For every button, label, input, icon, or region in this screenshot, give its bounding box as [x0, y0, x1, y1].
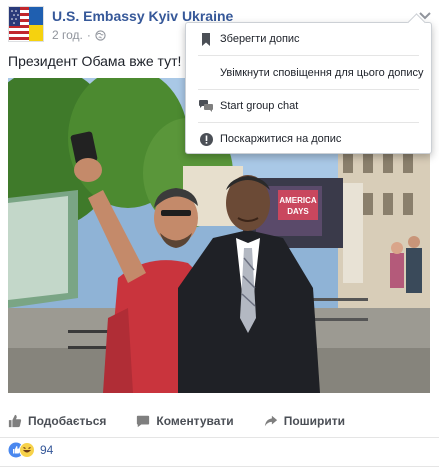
us-flag-icon — [9, 7, 29, 41]
comment-button[interactable]: Коментувати — [136, 414, 234, 428]
facebook-post: U.S. Embassy Kyiv Ukraine 2 год. · Прези… — [0, 0, 439, 473]
comment-label: Коментувати — [156, 414, 234, 428]
post-options-menu: Зберегти допис Увімкнути сповіщення для … — [185, 22, 432, 154]
report-post-menu-item[interactable]: Поскаржитися на допис — [186, 124, 431, 154]
post-timestamp[interactable]: 2 год. — [52, 28, 83, 42]
meta-separator: · — [86, 28, 91, 42]
banner-text-line2: DAYS — [287, 207, 309, 216]
menu-item-label: Зберегти допис — [220, 33, 300, 45]
bookmark-icon — [198, 31, 214, 47]
action-bar: Подобається Коментувати Поширити — [8, 406, 433, 436]
reaction-icons — [8, 442, 35, 458]
save-post-menu-item[interactable]: Зберегти допис — [186, 24, 431, 54]
reaction-count: 94 — [40, 443, 54, 457]
menu-separator — [198, 122, 419, 123]
turn-on-notifications-menu-item[interactable]: Увімкнути сповіщення для цього допису — [186, 58, 431, 88]
post-meta: 2 год. · — [52, 28, 106, 42]
banner-text-line1: AMERICA — [279, 196, 317, 205]
menu-icon-placeholder — [198, 65, 214, 81]
chat-icon — [198, 98, 214, 114]
ukraine-flag-icon — [29, 7, 43, 41]
reactions-summary[interactable]: 94 — [8, 442, 53, 458]
menu-item-label: Поскаржитися на допис — [220, 133, 342, 145]
divider — [0, 466, 439, 467]
share-icon — [264, 415, 277, 427]
share-button[interactable]: Поширити — [264, 414, 345, 428]
share-label: Поширити — [283, 414, 345, 428]
globe-icon[interactable] — [95, 29, 106, 41]
start-group-chat-menu-item[interactable]: Start group chat — [186, 91, 431, 121]
divider — [0, 437, 439, 438]
avatar[interactable] — [8, 6, 44, 42]
menu-item-label: Увімкнути сповіщення для цього допису — [220, 67, 424, 79]
menu-separator — [198, 55, 419, 56]
thumbs-up-icon — [8, 414, 22, 428]
menu-item-label: Start group chat — [220, 100, 299, 112]
comment-icon — [137, 415, 150, 428]
like-label: Подобається — [28, 414, 107, 428]
like-button[interactable]: Подобається — [8, 414, 106, 428]
menu-separator — [198, 89, 419, 90]
report-icon — [198, 131, 214, 147]
